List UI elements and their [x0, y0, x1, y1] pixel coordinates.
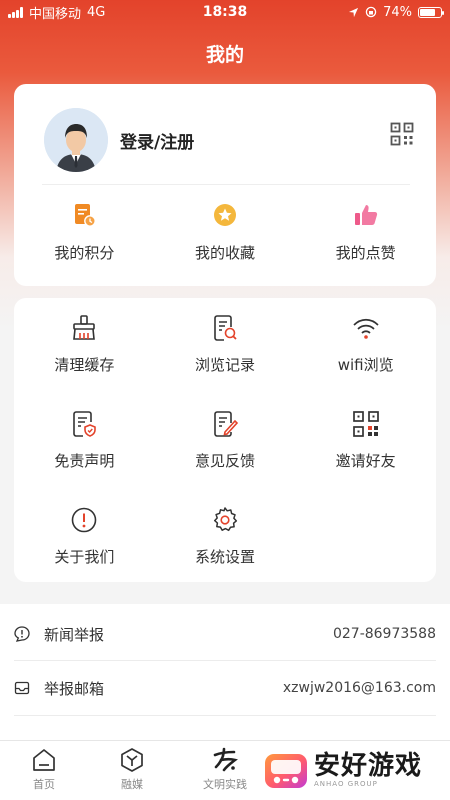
- tab-media-label: 融媒: [121, 778, 143, 791]
- my-favorites-label: 我的收藏: [195, 244, 256, 262]
- mail-icon: [14, 681, 30, 695]
- shield-document-icon: [73, 411, 97, 437]
- watermark-text: 安好游戏 ANHAO GROUP: [314, 752, 422, 788]
- profile-card: 登录/注册 我的积分 我的收藏 我的点赞: [14, 84, 436, 286]
- broom-icon: [73, 315, 96, 340]
- points-icon: [75, 204, 97, 227]
- invite-friends-button[interactable]: 邀请好友: [295, 410, 436, 486]
- divider: [42, 184, 410, 185]
- practice-icon: [213, 747, 238, 772]
- clear-cache-button[interactable]: 清理缓存: [14, 314, 155, 390]
- system-settings-button[interactable]: 系统设置: [155, 506, 296, 582]
- disclaimer-button[interactable]: 免责声明: [14, 410, 155, 486]
- feedback-label: 意见反馈: [194, 452, 255, 470]
- report-phone-value[interactable]: 027-86973588: [333, 626, 436, 642]
- location-icon: [349, 7, 359, 17]
- avatar[interactable]: [44, 108, 108, 172]
- news-report-row[interactable]: 新闻举报 027-86973588: [14, 606, 436, 662]
- watermark-main-text: 安好游戏: [314, 751, 423, 781]
- contact-info-list: 新闻举报 027-86973588 举报邮箱 xzwjw2016@163.com: [0, 604, 450, 740]
- qr-code-icon[interactable]: [390, 122, 414, 146]
- news-report-label: 新闻举报: [44, 625, 105, 644]
- report-email-value[interactable]: xzwjw2016@163.com: [283, 680, 436, 696]
- history-icon: [214, 315, 237, 341]
- star-icon: [214, 204, 236, 226]
- disclaimer-label: 免责声明: [54, 452, 115, 470]
- report-email-row[interactable]: 举报邮箱 xzwjw2016@163.com: [14, 660, 436, 716]
- about-us-button[interactable]: 关于我们: [14, 506, 155, 582]
- watermark-sub-text: ANHAO GROUP: [314, 780, 378, 788]
- page-title: 我的: [205, 44, 244, 66]
- status-bar: 中国移动 4G 18:38 74%: [0, 0, 450, 24]
- clear-cache-label: 清理缓存: [54, 356, 115, 374]
- tab-home-label: 首页: [33, 778, 55, 791]
- report-icon: [14, 626, 30, 642]
- menu-grid: 清理缓存 浏览记录 wifi浏览 免责声明 意见反馈 邀请好友 关于我们 系统设…: [14, 314, 436, 582]
- wifi-browse-label: wifi浏览: [337, 356, 394, 374]
- qr-code-icon: [352, 411, 379, 437]
- menu-card: 清理缓存 浏览记录 wifi浏览 免责声明 意见反馈 邀请好友 关于我们 系统设…: [14, 298, 436, 582]
- wifi-browse-button[interactable]: wifi浏览: [295, 314, 436, 390]
- my-points-label: 我的积分: [54, 244, 115, 262]
- info-icon: [72, 507, 97, 533]
- login-register-link[interactable]: 登录/注册: [120, 128, 194, 153]
- browse-history-button[interactable]: 浏览记录: [155, 314, 296, 390]
- invite-friends-label: 邀请好友: [335, 452, 396, 470]
- media-icon: [121, 748, 143, 772]
- system-settings-label: 系统设置: [194, 548, 255, 566]
- divider: [14, 715, 436, 716]
- wifi-icon: [353, 318, 379, 339]
- tab-media[interactable]: 融媒: [97, 747, 167, 792]
- tab-civilization-practice[interactable]: 文明实践: [190, 747, 260, 792]
- avatar-icon: [44, 108, 108, 172]
- battery-icon: [418, 6, 444, 18]
- about-us-label: 关于我们: [54, 548, 115, 566]
- report-email-label: 举报邮箱: [44, 679, 105, 698]
- watermark-logo-icon: [265, 754, 307, 788]
- my-likes-label: 我的点赞: [335, 244, 396, 262]
- battery-percent: 74%: [383, 4, 412, 20]
- browse-history-label: 浏览记录: [194, 356, 255, 374]
- my-points-button[interactable]: 我的积分: [14, 202, 155, 263]
- gear-icon: [213, 507, 238, 532]
- feedback-button[interactable]: 意见反馈: [155, 410, 296, 486]
- tab-home[interactable]: 首页: [9, 747, 79, 792]
- site-watermark: 安好游戏 ANHAO GROUP: [262, 744, 444, 796]
- my-favorites-button[interactable]: 我的收藏: [155, 202, 296, 263]
- quick-links: 我的积分 我的收藏 我的点赞: [14, 202, 436, 263]
- thumbs-up-icon: [354, 205, 377, 225]
- my-likes-button[interactable]: 我的点赞: [295, 202, 436, 263]
- tab-civilization-practice-label: 文明实践: [203, 778, 247, 791]
- edit-icon: [214, 411, 239, 437]
- home-icon: [33, 749, 55, 771]
- status-right: 74%: [348, 4, 444, 20]
- orientation-lock-icon: [365, 6, 377, 18]
